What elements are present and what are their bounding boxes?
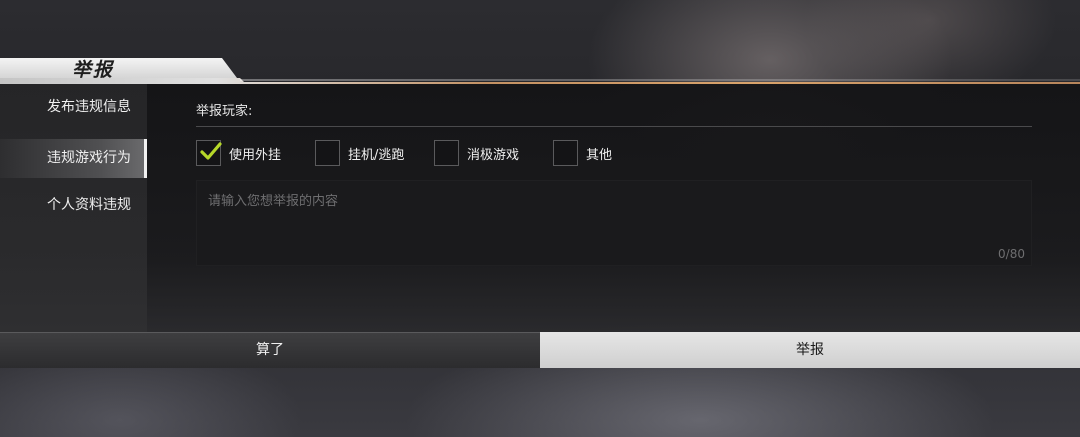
option-label: 其他 xyxy=(586,148,613,163)
sidebar-item-publish-violation[interactable]: 发布违规信息 xyxy=(0,88,147,127)
input-placeholder: 请输入您想举报的内容 xyxy=(208,194,339,209)
checkbox[interactable] xyxy=(315,140,340,166)
report-player-label: 举报玩家: xyxy=(196,104,253,119)
option-label: 使用外挂 xyxy=(229,148,282,163)
option-label: 消极游戏 xyxy=(467,148,520,163)
header-highlight-line xyxy=(240,79,1080,81)
checkbox[interactable] xyxy=(434,140,459,166)
report-text-input[interactable]: 请输入您想举报的内容 0/80 xyxy=(196,180,1032,266)
checkbox[interactable] xyxy=(553,140,578,166)
divider xyxy=(196,126,1032,127)
sidebar-item-label: 个人资料违规 xyxy=(47,197,131,213)
sidebar-item-game-behavior[interactable]: 违规游戏行为 xyxy=(0,139,147,178)
cancel-button[interactable]: 算了 xyxy=(0,332,540,368)
dialog-body: 发布违规信息 违规游戏行为 个人资料违规 举报玩家: 使用外挂 挂机/逃跑 消极… xyxy=(0,84,1080,332)
report-button[interactable]: 举报 xyxy=(540,332,1080,368)
checkbox[interactable] xyxy=(196,140,222,166)
sidebar-item-label: 发布违规信息 xyxy=(47,99,131,115)
option-label: 挂机/逃跑 xyxy=(348,148,405,163)
sidebar-item-profile-violation[interactable]: 个人资料违规 xyxy=(0,186,147,225)
report-dialog: 举报 发布违规信息 违规游戏行为 个人资料违规 举报玩家: 使用外挂 挂机/逃跑… xyxy=(0,58,1080,368)
dialog-footer: 算了 举报 xyxy=(0,332,1080,368)
check-icon xyxy=(200,142,222,160)
character-counter: 0/80 xyxy=(998,247,1025,261)
category-sidebar: 发布违规信息 违规游戏行为 个人资料违规 xyxy=(0,84,147,332)
sidebar-item-label: 违规游戏行为 xyxy=(47,150,131,166)
report-content: 举报玩家: 使用外挂 挂机/逃跑 消极游戏 其他 请输入您想举报的内容 0/80 xyxy=(196,84,1032,332)
